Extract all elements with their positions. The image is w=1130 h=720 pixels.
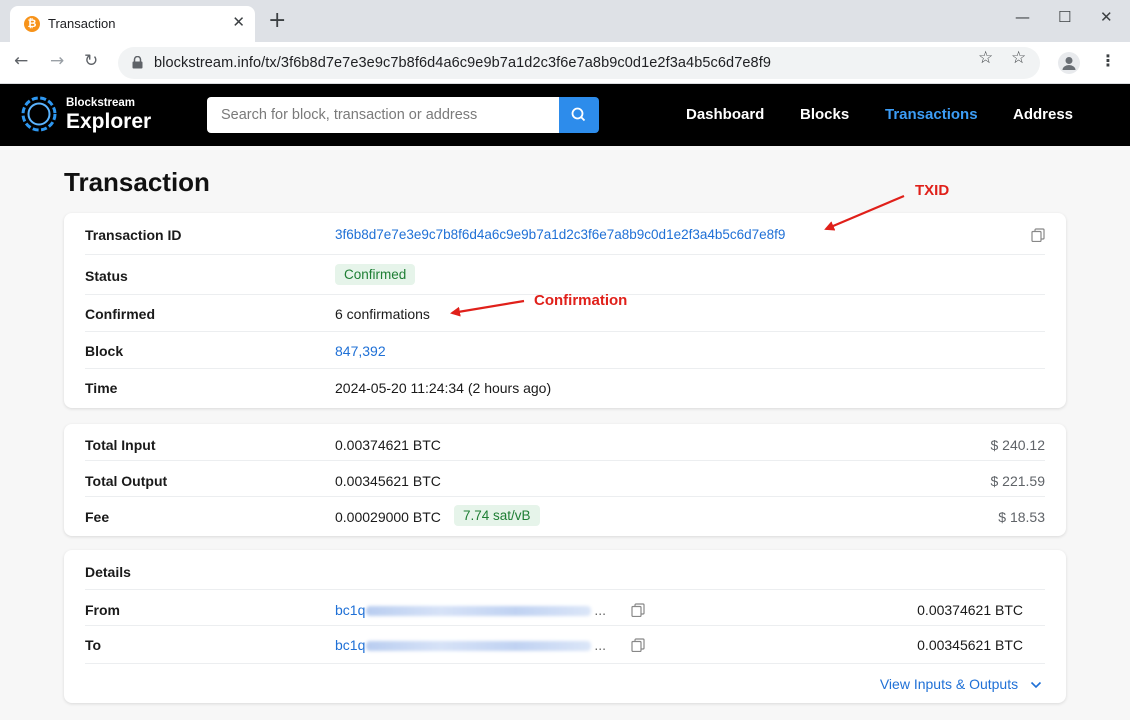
browser-tab[interactable]: ₿ Transaction ✕ <box>10 6 255 42</box>
address-bar[interactable]: blockstream.info/tx/3f6b8d7e7e3e9c7b8f6d… <box>118 47 1040 79</box>
to-address-prefix: bc1q <box>335 637 366 653</box>
to-label: To <box>85 637 102 653</box>
search-input[interactable] <box>207 97 559 133</box>
chevron-down-icon <box>1030 682 1042 689</box>
brand-name: Blockstream <box>66 97 136 109</box>
from-address-prefix: bc1q <box>335 602 366 618</box>
confirmation-annotation: Confirmation <box>534 292 628 309</box>
details-title: Details <box>85 564 131 580</box>
transaction-summary-card: Transaction ID 3f6b8d7e7e3e9c7b8f6d4a6c9… <box>64 213 1066 408</box>
window-close-icon[interactable]: ✕ <box>1100 8 1113 26</box>
install-icon[interactable]: ☆ <box>978 48 993 68</box>
browser-tab-strip: ₿ Transaction ✕ + — ☐ ✕ <box>0 0 1130 42</box>
block-link[interactable]: 847,392 <box>335 343 386 359</box>
total-input-label: Total Input <box>85 437 156 453</box>
details-card: Details From bc1q... 0.00374621 BTC To b… <box>64 550 1066 703</box>
from-address-ellipsis: ... <box>594 602 607 618</box>
time-value: 2024-05-20 11:24:34 (2 hours ago) <box>335 380 552 396</box>
amounts-card: Total Input 0.00374621 BTC $ 240.12 Tota… <box>64 424 1066 536</box>
total-output-row: Total Output 0.00345621 BTC $ 221.59 <box>85 461 1045 497</box>
to-address-blurred <box>366 641 592 652</box>
to-row: To bc1q... 0.00345621 BTC <box>85 626 1045 664</box>
reload-icon[interactable]: ↻ <box>84 51 98 71</box>
to-address[interactable]: bc1q... <box>335 637 606 653</box>
to-amount: 0.00345621 BTC <box>917 637 1023 653</box>
txid-annotation: TXID <box>915 182 950 199</box>
time-label: Time <box>85 380 118 396</box>
view-inputs-outputs-link[interactable]: View Inputs & Outputs <box>880 676 1042 692</box>
from-address[interactable]: bc1q... <box>335 602 606 618</box>
txid-link[interactable]: 3f6b8d7e7e3e9c7b8f6d4a6c9e9b7a1d2c3f6e7a… <box>335 227 785 242</box>
blockstream-logo-icon[interactable] <box>20 95 58 133</box>
copy-txid-icon[interactable] <box>1031 228 1045 242</box>
time-row: Time 2024-05-20 11:24:34 (2 hours ago) <box>85 369 1045 408</box>
confirmations-value: 6 confirmations <box>335 306 430 322</box>
search-button[interactable] <box>559 97 599 133</box>
tab-close-icon[interactable]: ✕ <box>232 13 245 31</box>
from-address-blurred <box>366 606 592 617</box>
from-label: From <box>85 602 120 618</box>
total-input-row: Total Input 0.00374621 BTC $ 240.12 <box>85 424 1045 461</box>
site-header: Blockstream Explorer Dashboard Blocks Tr… <box>0 84 1130 146</box>
page-title: Transaction <box>64 167 210 197</box>
minimize-icon[interactable]: — <box>1015 8 1030 26</box>
fee-row: Fee 0.00029000 BTC 7.74 sat/vB $ 18.53 <box>85 497 1045 536</box>
lock-icon <box>132 56 143 69</box>
nav-blocks[interactable]: Blocks <box>800 106 849 123</box>
search-icon <box>571 107 586 122</box>
new-tab-icon[interactable]: + <box>268 8 286 33</box>
view-inputs-outputs-label: View Inputs & Outputs <box>879 676 1019 692</box>
brand-product: Explorer <box>66 110 152 133</box>
total-input-value: 0.00374621 BTC <box>335 437 441 453</box>
nav-address[interactable]: Address <box>1013 106 1073 123</box>
from-amount: 0.00374621 BTC <box>917 602 1023 618</box>
block-label: Block <box>85 343 124 359</box>
block-row: Block 847,392 <box>85 332 1045 369</box>
tab-title: Transaction <box>48 16 116 31</box>
browser-menu-icon[interactable]: ⋮ <box>1100 51 1116 70</box>
fee-usd: $ 18.53 <box>998 509 1045 525</box>
total-output-value: 0.00345621 BTC <box>335 473 441 489</box>
to-address-ellipsis: ... <box>594 637 607 653</box>
status-row: Status Confirmed <box>85 255 1045 295</box>
total-input-usd: $ 240.12 <box>990 437 1046 453</box>
copy-from-address-icon[interactable] <box>631 603 645 617</box>
txid-label: Transaction ID <box>85 227 182 243</box>
txid-row: Transaction ID 3f6b8d7e7e3e9c7b8f6d4a6c9… <box>85 213 1045 255</box>
details-header-row: Details <box>85 550 1045 590</box>
maximize-icon[interactable]: ☐ <box>1058 8 1071 26</box>
confirmed-label: Confirmed <box>85 306 155 322</box>
back-icon[interactable]: ← <box>14 51 28 71</box>
fee-value: 0.00029000 BTC <box>335 509 441 525</box>
browser-toolbar: ← → ↻ blockstream.info/tx/3f6b8d7e7e3e9c… <box>0 42 1130 84</box>
status-badge: Confirmed <box>335 264 416 285</box>
bookmark-star-icon[interactable]: ☆ <box>1011 48 1026 68</box>
from-row: From bc1q... 0.00374621 BTC <box>85 590 1045 626</box>
nav-transactions[interactable]: Transactions <box>885 106 978 123</box>
copy-to-address-icon[interactable] <box>631 638 645 652</box>
fee-rate-badge: 7.74 sat/vB <box>454 505 540 526</box>
nav-dashboard[interactable]: Dashboard <box>686 106 764 123</box>
total-output-usd: $ 221.59 <box>990 473 1046 489</box>
status-label: Status <box>85 268 128 284</box>
forward-icon[interactable]: → <box>50 51 64 71</box>
url-text: blockstream.info/tx/3f6b8d7e7e3e9c7b8f6d… <box>154 55 772 71</box>
person-icon <box>1062 57 1076 70</box>
total-output-label: Total Output <box>85 473 168 489</box>
profile-avatar-icon[interactable] <box>1058 52 1080 74</box>
bitcoin-favicon-icon: ₿ <box>24 16 40 32</box>
fee-label: Fee <box>85 509 110 525</box>
